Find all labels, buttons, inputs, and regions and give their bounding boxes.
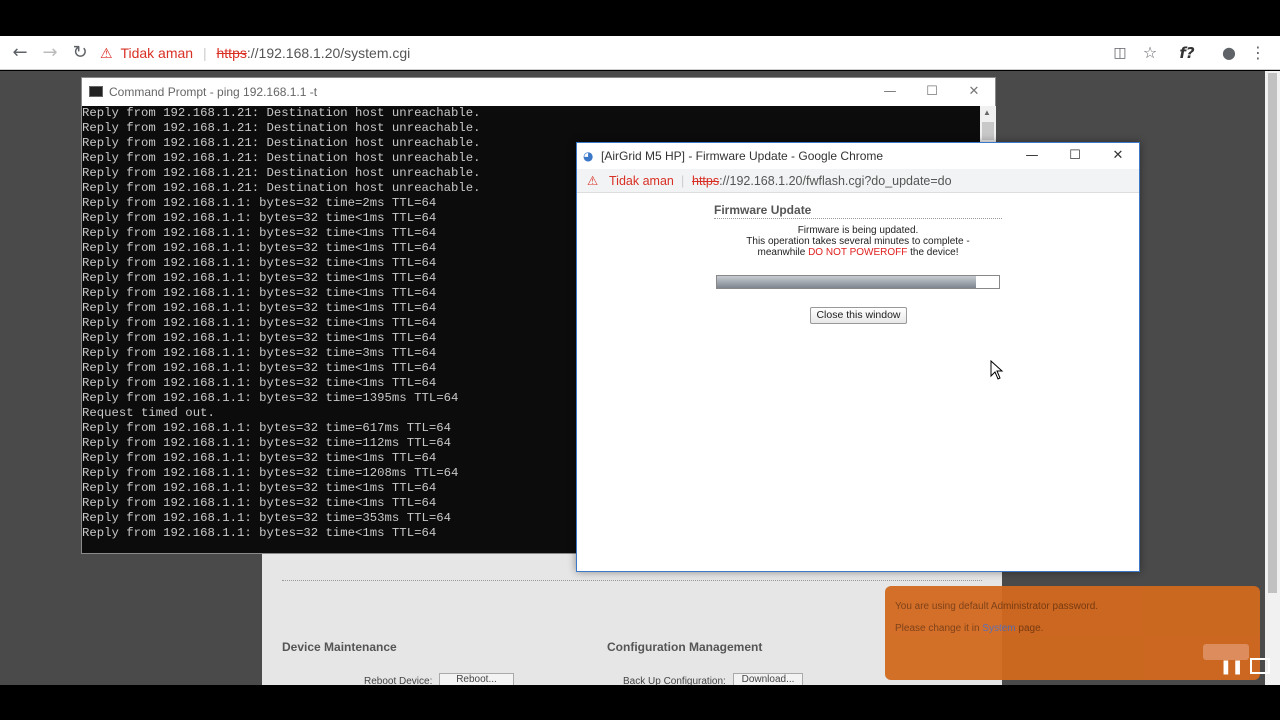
divider — [282, 580, 982, 581]
notice-line2-post: page. — [1015, 623, 1044, 634]
divider: | — [202, 45, 207, 61]
mouse-cursor-icon — [990, 360, 1004, 380]
cmd-titlebar[interactable]: Command Prompt - ping 192.168.1.1 -t — ☐… — [82, 78, 995, 106]
poweroff-warning: DO NOT POWEROFF — [808, 247, 908, 258]
notice-line2: Please change it in System page. — [895, 623, 1043, 634]
close-icon[interactable]: ✕ — [952, 78, 996, 106]
divider: | — [681, 174, 685, 188]
msg-line2: This operation takes several minutes to … — [746, 236, 970, 247]
page-scrollbar[interactable] — [1265, 71, 1280, 685]
account-icon[interactable]: ● — [1214, 36, 1244, 70]
progress-fill — [717, 276, 977, 288]
back-icon[interactable]: ← — [5, 36, 35, 70]
browser-toolbar: ← → ↻ ⚠ Tidak aman | https://192.168.1.2… — [0, 36, 1280, 70]
url-text: ://192.168.1.20/system.cgi — [246, 45, 411, 61]
config-management-title: Configuration Management — [607, 640, 763, 654]
maximize-icon[interactable]: ☐ — [910, 78, 954, 106]
address-bar[interactable]: ⚠ Tidak aman | https://192.168.1.20/syst… — [100, 36, 1100, 70]
forward-icon[interactable]: → — [35, 36, 65, 70]
msg-line1: Firmware is being updated. — [797, 225, 919, 236]
scrollbar-thumb[interactable] — [1268, 73, 1277, 593]
firmware-title: Firmware Update — [714, 203, 1002, 219]
cmd-title: Command Prompt - ping 192.168.1.1 -t — [109, 85, 318, 99]
extension-icon[interactable]: f? — [1172, 36, 1202, 70]
popup-address-bar[interactable]: ⚠ Tidak aman | https://192.168.1.20/fwfl… — [577, 169, 1139, 193]
security-label: Tidak aman — [120, 45, 194, 61]
minimize-icon[interactable]: — — [1010, 143, 1054, 169]
pause-icon[interactable]: ❚❚ — [1220, 659, 1243, 675]
reload-icon[interactable]: ↻ — [65, 36, 95, 70]
cmd-line: Reply from 192.168.1.21: Destination hos… — [82, 121, 481, 135]
scroll-up-icon[interactable]: ▲ — [983, 108, 991, 117]
popup-title: [AirGrid M5 HP] - Firmware Update - Goog… — [601, 149, 884, 163]
firmware-panel: Firmware Update Firmware is being update… — [714, 203, 1002, 258]
msg-line3: meanwhile DO NOT POWEROFF the device! — [714, 247, 1002, 258]
maximize-icon[interactable]: ☐ — [1053, 143, 1097, 169]
firmware-update-popup[interactable]: ◕ [AirGrid M5 HP] - Firmware Update - Go… — [576, 142, 1140, 572]
cmd-app-icon — [89, 86, 103, 97]
warning-icon: ⚠ — [100, 46, 113, 62]
password-notice: You are using default Administrator pass… — [885, 586, 1260, 680]
security-label: Tidak aman — [609, 174, 674, 188]
url-scheme: https — [692, 174, 720, 188]
close-icon[interactable]: ✕ — [1096, 143, 1140, 169]
rss-icon: ◕ — [583, 149, 594, 163]
star-icon[interactable]: ☆ — [1135, 36, 1165, 70]
device-maintenance-title: Device Maintenance — [282, 640, 397, 654]
notice-line1: You are using default Administrator pass… — [895, 601, 1099, 612]
scrollbar-thumb[interactable] — [982, 122, 994, 140]
warning-icon: ⚠ — [587, 173, 599, 188]
menu-icon[interactable]: ⋮ — [1246, 36, 1270, 70]
popup-titlebar[interactable]: ◕ [AirGrid M5 HP] - Firmware Update - Go… — [577, 143, 1139, 169]
firmware-message: Firmware is being updated. This operatio… — [714, 225, 1002, 258]
progress-bar — [716, 275, 1000, 289]
dismiss-button[interactable] — [1203, 644, 1249, 660]
close-window-button[interactable]: Close this window — [810, 307, 907, 324]
system-link[interactable]: System — [982, 623, 1015, 634]
picture-in-picture-icon[interactable] — [1250, 658, 1270, 674]
minimize-icon[interactable]: — — [868, 78, 912, 106]
bottom-black-bar — [0, 685, 1280, 720]
url-scheme: https — [216, 45, 247, 61]
msg-line3-post: the device! — [907, 247, 959, 258]
notice-line2-pre: Please change it in — [895, 623, 983, 634]
cmd-line: Reply from 192.168.1.21: Destination hos… — [82, 106, 481, 120]
msg-line3-pre: meanwhile — [757, 247, 809, 258]
translate-icon[interactable]: ◫ — [1105, 36, 1135, 70]
url-text: ://192.168.1.20/fwflash.cgi?do_update=do — [719, 174, 952, 188]
